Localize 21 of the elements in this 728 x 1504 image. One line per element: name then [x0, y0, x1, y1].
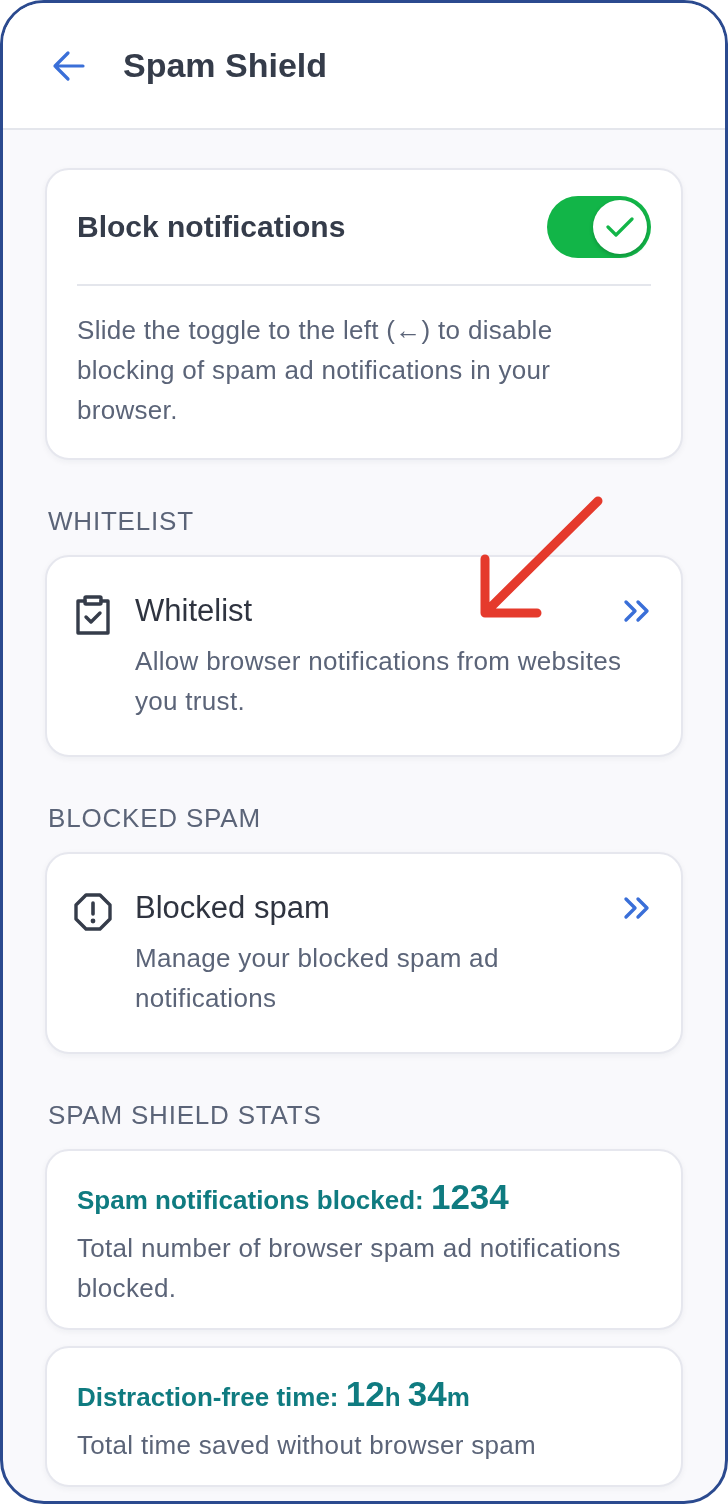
section-label: BLOCKED SPAM: [48, 803, 261, 833]
stat-title: Spam notifications blocked: 1234: [77, 1176, 510, 1218]
item-description: Allow browser notifications from websites you trust.: [135, 645, 623, 718]
octagon-alert-icon: [73, 892, 113, 932]
section-label: SPAM SHIELD STATS: [48, 1100, 322, 1130]
card-description: Slide the toggle to the left (←) to disable blocking of spam ad notifications in your browser.: [77, 314, 554, 427]
item-title: Blocked spam: [135, 889, 331, 927]
double-chevron-icon: [623, 896, 651, 920]
page-title: Spam Shield: [123, 46, 328, 85]
item-description: Manage your blocked spam ad notifications: [135, 942, 500, 1015]
nav-card[interactable]: Whitelist Allow browser notifications from websites you trust.: [45, 555, 683, 757]
stat-description: Total number of browser spam ad notifications blocked.: [77, 1232, 622, 1305]
check-icon: [606, 216, 634, 238]
clipboard-check-icon: [75, 595, 111, 635]
nav-card[interactable]: Blocked spam Manage your blocked spam ad notifications: [45, 852, 683, 1054]
item-title: Whitelist: [135, 592, 254, 630]
card-title: Block notifications: [77, 210, 346, 244]
double-chevron-icon: [623, 599, 651, 623]
stat-description: Total time saved without browser spam: [77, 1429, 538, 1462]
section-label: WHITELIST: [48, 506, 194, 536]
stat-title: Distraction-free time: 12h 34m: [77, 1373, 471, 1415]
